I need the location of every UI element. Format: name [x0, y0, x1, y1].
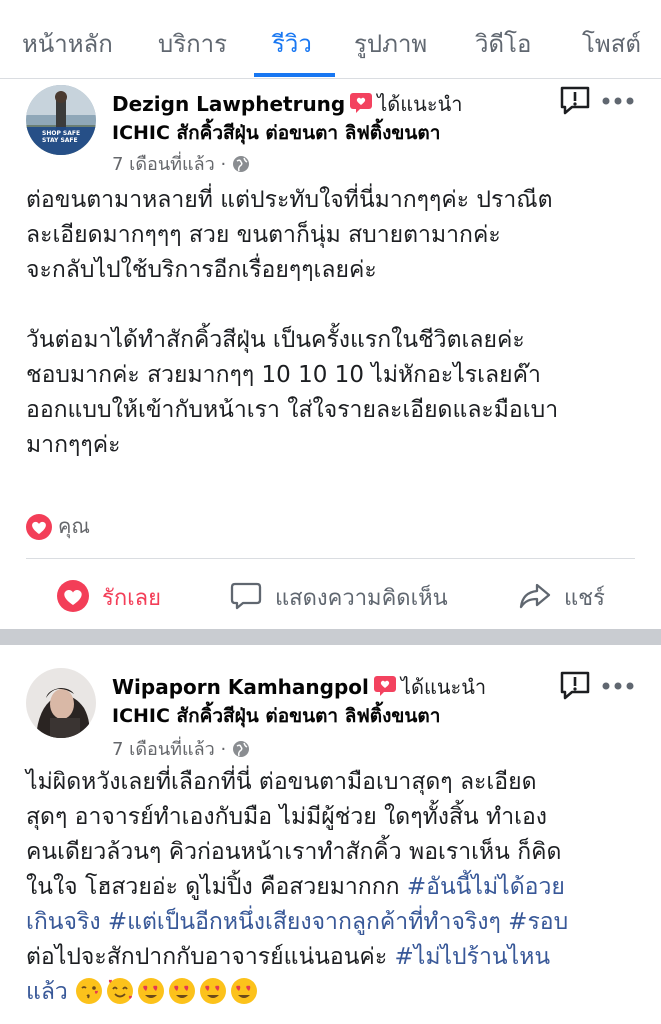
- post-time: 7 เดือนที่แล้ว ·: [112, 734, 250, 763]
- hashtag-link[interactable]: เกินจริง: [26, 909, 101, 935]
- avatar-badge-line2: STAY SAFE: [42, 137, 78, 144]
- report-icon[interactable]: [559, 669, 591, 701]
- review-line: ต่อขนตามาหลายที่ แต่ประทับใจที่นี่มากๆๆค…: [26, 187, 553, 213]
- heart-eyes-face-icon: [169, 978, 196, 1004]
- author-name[interactable]: Wipaporn Kamhangpol: [112, 675, 369, 699]
- hashtag-link[interactable]: แล้ว: [26, 979, 68, 1005]
- post-time: 7 เดือนที่แล้ว ·: [112, 149, 250, 178]
- review-line: วันต่อมาได้ทำสักคิ้วสีฝุ่น เป็นครั้งแรกใ…: [26, 327, 525, 353]
- heart-eyes-face-icon: [200, 978, 227, 1004]
- love-reaction-icon: [26, 514, 52, 540]
- review-line: ชอบมากค่ะ สวยมากๆๆ 10 10 10 ไม่หักอะไรเล…: [26, 362, 541, 388]
- hashtag-link[interactable]: #รอบ: [508, 909, 568, 935]
- recommend-text: ได้แนะนำ: [400, 675, 487, 699]
- divider: [26, 558, 635, 559]
- page-name[interactable]: ICHIC สักคิ้วสีฝุ่น ต่อขนตา ลิฟติ้งขนตา: [112, 118, 440, 148]
- report-icon[interactable]: [559, 84, 591, 116]
- comment-icon: [230, 582, 262, 610]
- more-options-icon[interactable]: [600, 680, 636, 692]
- recommend-icon: [373, 675, 397, 702]
- tab-photos[interactable]: รูปภาพ: [354, 24, 427, 63]
- review-line: เกินจริง #แต่เป็นอีกหนึ่งเสียงจากลูกค้าท…: [26, 905, 641, 940]
- paragraph-spacer: [26, 288, 641, 323]
- author-line: Dezign Lawphetrung ได้แนะนำ: [112, 88, 463, 120]
- heart-icon: [57, 580, 89, 612]
- love-button-label: รักเลย: [102, 586, 162, 611]
- tab-home[interactable]: หน้าหลัก: [22, 24, 113, 63]
- avatar[interactable]: [26, 668, 96, 738]
- avatar[interactable]: SHOP SAFE STAY SAFE: [26, 85, 96, 155]
- globe-icon: [232, 155, 250, 178]
- review-line: มากๆๆค่ะ: [26, 432, 121, 458]
- review-line: คนเดียวล้วนๆ คิวก่อนหน้าเราทำสักคิ้ว พอเ…: [26, 839, 562, 865]
- review-text: ต่อขนตามาหลายที่ แต่ประทับใจที่นี่มากๆๆค…: [26, 183, 641, 463]
- review-line: ไม่ผิดหวังเลยที่เลือกที่นี่ ต่อขนตามือเบ…: [26, 769, 537, 795]
- review-line: ออกแบบให้เข้ากับหน้าเรา ใส่ใจรายละเอียดแ…: [26, 397, 559, 423]
- tab-reviews[interactable]: รีวิว: [272, 24, 312, 63]
- avatar-badge-line1: SHOP SAFE: [42, 130, 81, 137]
- active-tab-indicator: [254, 73, 335, 77]
- share-icon: [519, 583, 551, 609]
- author-name[interactable]: Dezign Lawphetrung: [112, 92, 345, 116]
- tab-services[interactable]: บริการ: [158, 24, 227, 63]
- post-time-text[interactable]: 7 เดือนที่แล้ว ·: [112, 739, 226, 760]
- share-button[interactable]: แชร์: [518, 579, 605, 615]
- recommend-icon: [349, 92, 373, 119]
- share-button-label: แชร์: [564, 586, 605, 611]
- review-post: Wipaporn Kamhangpol ได้แนะนำ ICHIC สักคิ้…: [0, 645, 661, 1024]
- review-line: ละเอียดมากๆๆๆ สวย ขนตาก็นุ่ม สบายตามากค่…: [26, 222, 501, 248]
- heart-eyes-face-icon: [138, 978, 165, 1004]
- hashtag-link[interactable]: #แต่เป็นอีกหนึ่งเสียงจากลูกค้าที่ทำจริงๆ: [108, 909, 501, 935]
- review-line: แล้ว: [26, 975, 641, 1010]
- kissing-face-icon: [76, 978, 103, 1004]
- smiling-face-with-hearts-icon: [107, 978, 134, 1004]
- recommend-text: ได้แนะนำ: [377, 92, 463, 116]
- comment-button[interactable]: แสดงความคิดเห็น: [229, 579, 448, 615]
- page-name[interactable]: ICHIC สักคิ้วสีฝุ่น ต่อขนตา ลิฟติ้งขนตา: [112, 701, 440, 731]
- hashtag-link[interactable]: #ไม่ไปร้านไหน: [394, 944, 550, 970]
- tab-videos[interactable]: วิดีโอ: [475, 24, 531, 63]
- feed-separator: [0, 629, 661, 645]
- review-text-segment: ในใจ โฮสวยอ่ะ ดูไม่ปิ้ง คือสวยมากกก: [26, 874, 407, 900]
- reaction-summary[interactable]: คุณ: [26, 510, 90, 542]
- author-line: Wipaporn Kamhangpol ได้แนะนำ: [112, 671, 486, 703]
- heart-eyes-face-icon: [231, 978, 258, 1004]
- review-line: ในใจ โฮสวยอ่ะ ดูไม่ปิ้ง คือสวยมากกก #อัน…: [26, 870, 641, 905]
- comment-button-label: แสดงความคิดเห็น: [275, 586, 448, 611]
- tab-posts[interactable]: โพสต์: [582, 24, 641, 63]
- review-line: ต่อไปจะสักปากกับอาจารย์แน่นอนค่ะ #ไม่ไปร…: [26, 940, 641, 975]
- reaction-names: คุณ: [58, 514, 90, 538]
- tab-bar: หน้าหลัก บริการ รีวิว รูปภาพ วิดีโอ โพสต…: [0, 0, 661, 79]
- more-options-icon[interactable]: [600, 95, 636, 107]
- love-button[interactable]: รักเลย: [56, 579, 161, 615]
- review-text: ไม่ผิดหวังเลยที่เลือกที่นี่ ต่อขนตามือเบ…: [26, 765, 641, 1010]
- globe-icon: [232, 740, 250, 763]
- review-line: จะกลับไปใช้บริการอีกเรื่อยๆๆเลยค่ะ: [26, 257, 377, 283]
- review-text-segment: ต่อไปจะสักปากกับอาจารย์แน่นอนค่ะ: [26, 944, 395, 970]
- hashtag-link[interactable]: #อันนี้ไม่ได้อวย: [407, 874, 565, 900]
- review-post: SHOP SAFE STAY SAFE Dezign Lawphetrung ได…: [0, 79, 661, 629]
- post-time-text[interactable]: 7 เดือนที่แล้ว ·: [112, 154, 226, 175]
- review-line: สุดๆ อาจารย์ทำเองกับมือ ไม่มีผู้ช่วย ใดๆ…: [26, 804, 548, 830]
